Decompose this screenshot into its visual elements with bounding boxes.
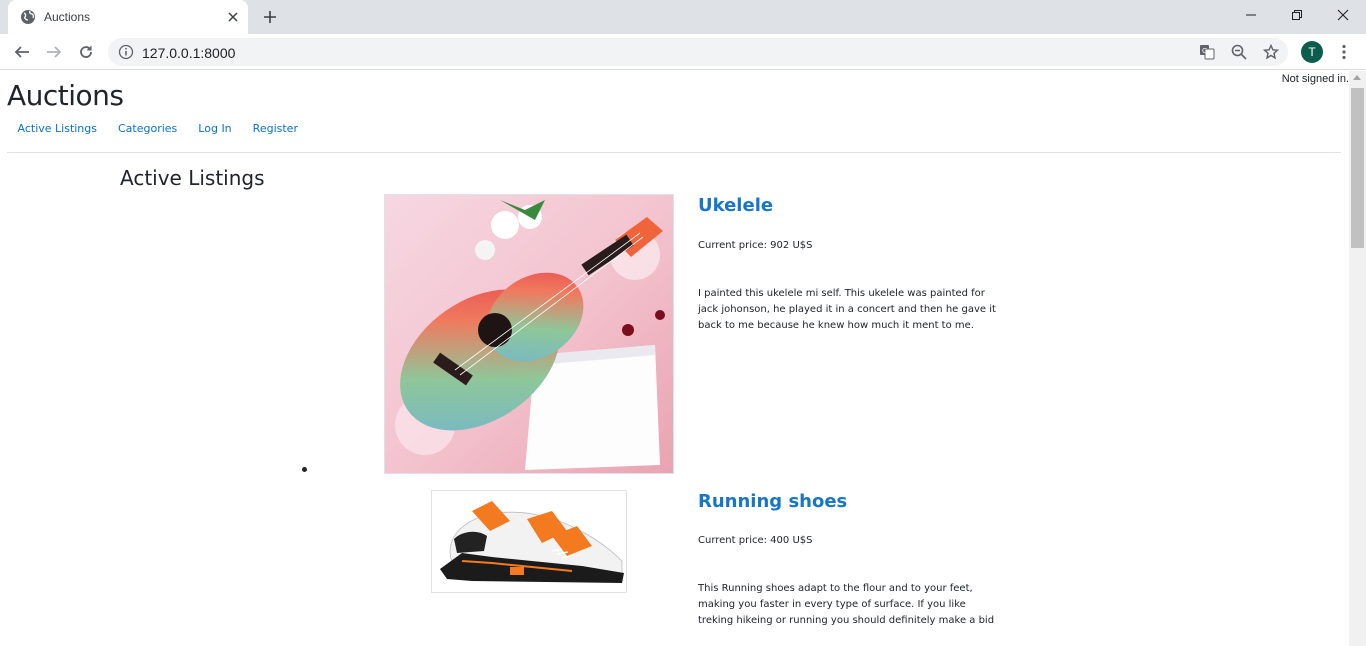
- nav-active-listings[interactable]: Active Listings: [7, 120, 108, 137]
- signin-status: Not signed in.: [1281, 73, 1349, 85]
- close-tab-icon[interactable]: [224, 8, 242, 26]
- listing-title[interactable]: Running shoes: [698, 491, 847, 512]
- url-text[interactable]: 127.0.0.1:8000: [142, 45, 235, 61]
- reload-icon[interactable]: [72, 38, 100, 66]
- listing-description: This Running shoes adapt to the flour an…: [698, 583, 995, 626]
- tab-title: Auctions: [44, 10, 91, 24]
- nav-login[interactable]: Log In: [188, 120, 242, 137]
- new-tab-icon[interactable]: [259, 6, 281, 28]
- listing-description: I painted this ukelele mi self. This uke…: [698, 288, 996, 331]
- address-bar[interactable]: 127.0.0.1:8000 G: [108, 38, 1288, 66]
- zoom-icon[interactable]: [1230, 43, 1248, 61]
- minimize-icon[interactable]: [1228, 0, 1274, 30]
- tab-strip: Auctions: [0, 0, 1366, 34]
- listing-title[interactable]: Ukelele: [698, 195, 773, 216]
- listing-price: Current price: 400 U$S: [698, 535, 813, 546]
- page-title: Active Listings: [120, 166, 265, 190]
- running-shoes-image[interactable]: [431, 490, 627, 593]
- browser-toolbar: 127.0.0.1:8000 G T: [0, 34, 1366, 70]
- globe-icon: [20, 9, 36, 25]
- page-viewport: Not signed in. Auctions Active Listings …: [0, 71, 1349, 646]
- divider: [7, 152, 1341, 153]
- browser-tab[interactable]: Auctions: [8, 0, 248, 34]
- forward-icon[interactable]: [40, 38, 68, 66]
- translate-icon[interactable]: G: [1198, 43, 1216, 61]
- scrollbar-thumb[interactable]: [1351, 88, 1364, 248]
- site-title: Auctions: [7, 79, 124, 112]
- bookmark-star-icon[interactable]: [1262, 43, 1280, 61]
- back-icon[interactable]: [8, 38, 36, 66]
- svg-text:G: G: [1202, 47, 1207, 55]
- profile-avatar[interactable]: T: [1301, 41, 1323, 63]
- close-window-icon[interactable]: [1320, 0, 1366, 30]
- scroll-up-icon[interactable]: [1353, 75, 1361, 80]
- nav-register[interactable]: Register: [242, 120, 308, 137]
- restore-icon[interactable]: [1274, 0, 1320, 30]
- list-bullet: [302, 467, 307, 472]
- ukelele-image[interactable]: [384, 194, 674, 474]
- vertical-scrollbar[interactable]: [1349, 71, 1366, 646]
- main-nav: Active Listings Categories Log In Regist…: [7, 120, 308, 137]
- menu-dots-icon[interactable]: [1334, 42, 1354, 62]
- info-icon[interactable]: [118, 44, 134, 60]
- nav-categories[interactable]: Categories: [108, 120, 188, 137]
- listing-price: Current price: 902 U$S: [698, 240, 813, 251]
